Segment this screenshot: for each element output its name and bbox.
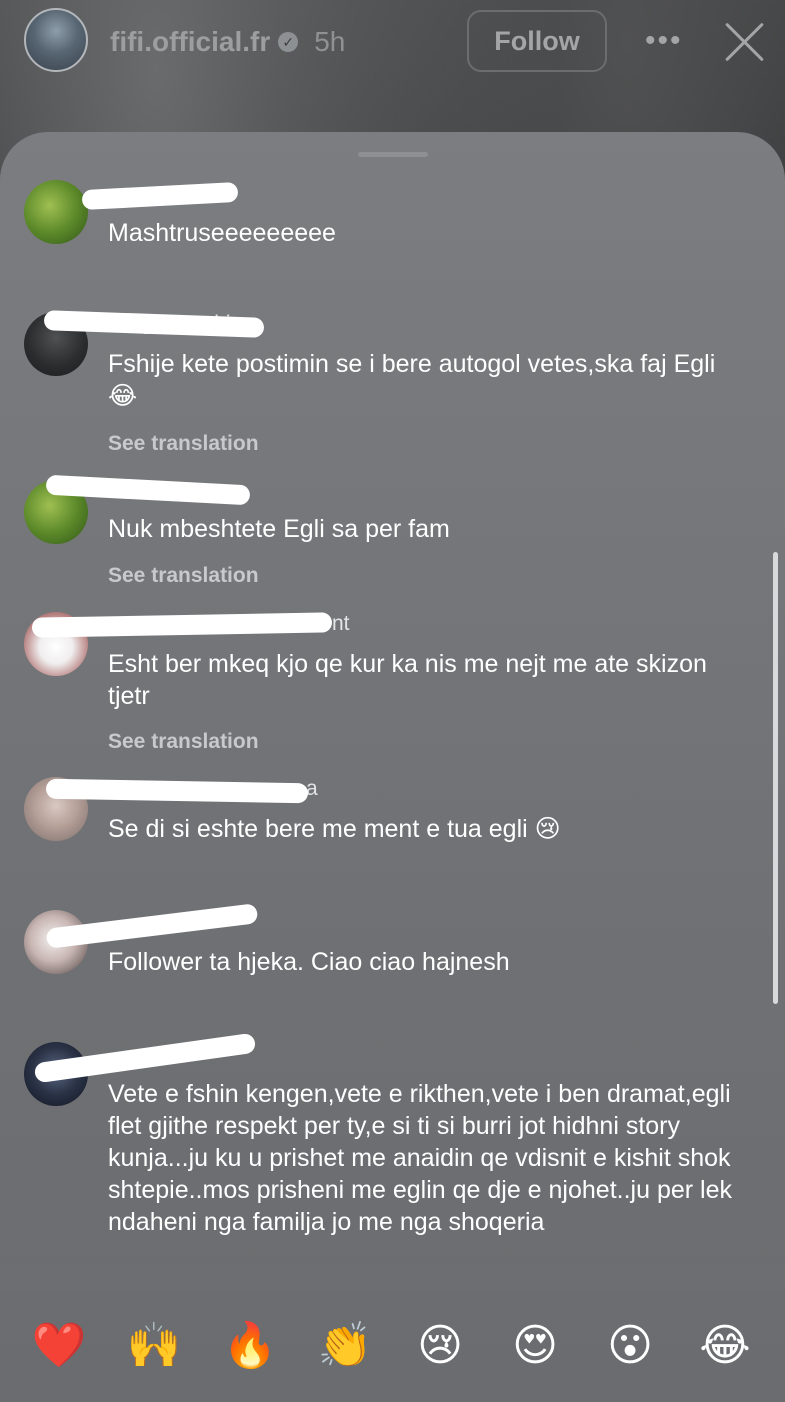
- comment-item: a Se di si eshte bere me ment e tua egli…: [0, 777, 785, 857]
- heart-reaction-icon[interactable]: ❤️: [29, 1316, 89, 1376]
- redaction-mark: [81, 181, 239, 211]
- list-fade: [0, 1240, 785, 1290]
- redaction-mark: [33, 1032, 257, 1084]
- heart-eyes-reaction-icon[interactable]: 😍: [505, 1316, 565, 1376]
- fire-reaction-icon[interactable]: 🔥: [220, 1316, 280, 1376]
- story-avatar[interactable]: [24, 8, 88, 72]
- story-user-block[interactable]: fifi.official.fr ✓ 5h: [110, 26, 345, 58]
- comment-text: Follower ta hjeka. Ciao ciao hajnesh: [108, 948, 510, 976]
- comments-sheet: Mashtruseeeeeeeee arta_marashi Fshije ke…: [0, 132, 785, 1402]
- raised-hands-reaction-icon[interactable]: 🙌: [124, 1316, 184, 1376]
- comment-text: Mashtruseeeeeeeee: [108, 219, 336, 247]
- clapping-reaction-icon[interactable]: 👏: [315, 1316, 375, 1376]
- redaction-mark: [45, 903, 259, 949]
- see-translation-link[interactable]: See translation: [108, 730, 259, 754]
- comment-text: Se di si eshte bere me ment e tua egli 😢: [108, 815, 561, 843]
- story-header: fifi.official.fr ✓ 5h Follow •••: [0, 0, 785, 90]
- surprised-reaction-icon[interactable]: 😮: [600, 1316, 660, 1376]
- more-options-icon[interactable]: •••: [645, 26, 685, 56]
- see-translation-link[interactable]: See translation: [108, 564, 259, 588]
- see-translation-link[interactable]: See translation: [108, 432, 259, 456]
- comment-item: Vete e fshin kengen,vete e rikthen,vete …: [0, 1032, 785, 1272]
- close-icon[interactable]: [722, 20, 766, 64]
- comment-text: Nuk mbeshtete Egli sa per fam: [108, 515, 450, 543]
- follow-button[interactable]: Follow: [467, 10, 607, 72]
- comment-item: Nuk mbeshtete Egli sa per fam See transl…: [0, 474, 785, 590]
- comment-item: arta_marashi Fshije kete postimin se i b…: [0, 310, 785, 455]
- crying-reaction-icon[interactable]: 😢: [410, 1316, 470, 1376]
- sheet-drag-handle[interactable]: [358, 152, 428, 157]
- comment-item: Mashtruseeeeeeeee: [0, 180, 785, 270]
- quick-reactions-bar: ❤️ 🙌 🔥 👏 😢 😍 😮 😂: [0, 1310, 785, 1380]
- comment-item: nt Esht ber mkeq kjo qe kur ka nis me ne…: [0, 612, 785, 754]
- story-timestamp: 5h: [314, 26, 346, 57]
- commenter-username[interactable]: nt: [332, 612, 350, 636]
- comment-item: Follower ta hjeka. Ciao ciao hajnesh: [0, 903, 785, 990]
- comment-text: Vete e fshin kengen,vete e rikthen,vete …: [108, 1080, 732, 1236]
- commenter-avatar[interactable]: [24, 180, 88, 244]
- redaction-mark: [31, 612, 333, 638]
- comment-text: Fshije kete postimin se i bere autogol v…: [108, 350, 716, 410]
- verified-badge-icon: ✓: [278, 32, 299, 52]
- commenter-username[interactable]: a: [306, 777, 318, 801]
- comment-text: Esht ber mkeq kjo qe kur ka nis me nejt …: [108, 650, 707, 710]
- laughing-reaction-icon[interactable]: 😂: [695, 1316, 755, 1376]
- story-username[interactable]: fifi.official.fr: [110, 26, 270, 58]
